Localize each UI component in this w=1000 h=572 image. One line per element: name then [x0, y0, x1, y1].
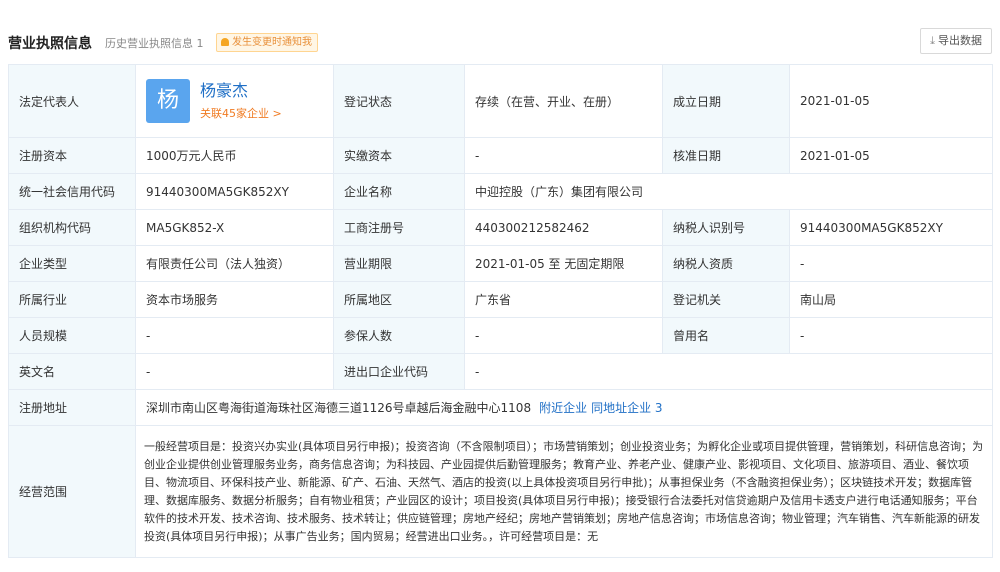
- industry-value: 资本市场服务: [135, 281, 334, 318]
- business-license-panel: 营业执照信息 历史营业执照信息 1 发生变更时通知我 ⤓ 导出数据 法定代表人 杨…: [0, 0, 1000, 572]
- reg-status-label: 登记状态: [333, 64, 465, 138]
- org-code-label: 组织机构代码: [8, 209, 136, 246]
- export-label: 导出数据: [938, 34, 982, 47]
- section-header: 营业执照信息 历史营业执照信息 1 发生变更时通知我 ⤓ 导出数据: [8, 28, 992, 58]
- credit-code-value: 91440300MA5GK852XY: [135, 173, 334, 210]
- english-name-label: 英文名: [8, 353, 136, 390]
- bell-icon: [221, 38, 229, 46]
- paid-capital-label: 实缴资本: [333, 137, 465, 174]
- taxpayer-id-value: 91440300MA5GK852XY: [789, 209, 993, 246]
- authority-value: 南山局: [789, 281, 993, 318]
- company-type-value: 有限责任公司（法人独资）: [135, 245, 334, 282]
- english-name-value: -: [135, 353, 334, 390]
- est-date-label: 成立日期: [662, 64, 790, 138]
- section-title: 营业执照信息: [8, 36, 92, 52]
- paid-capital-value: -: [464, 137, 663, 174]
- table-row: 统一社会信用代码 91440300MA5GK852XY 企业名称 中迎控股（广东…: [8, 173, 993, 210]
- avatar[interactable]: 杨: [146, 79, 190, 123]
- reg-capital-label: 注册资本: [8, 137, 136, 174]
- former-name-value: -: [789, 317, 993, 354]
- table-row: 注册资本 1000万元人民币 实缴资本 - 核准日期 2021-01-05: [8, 137, 993, 174]
- business-term-label: 营业期限: [333, 245, 465, 282]
- table-row: 人员规模 - 参保人数 - 曾用名 -: [8, 317, 993, 354]
- nearby-companies-link[interactable]: 附近企业: [539, 401, 587, 415]
- authority-label: 登记机关: [662, 281, 790, 318]
- industry-label: 所属行业: [8, 281, 136, 318]
- reg-status-value: 存续（在营、开业、在册）: [464, 64, 663, 138]
- table-row: 经营范围 一般经营项目是：投资兴办实业(具体项目另行申报)；投资咨询（不含限制项…: [8, 425, 993, 558]
- related-companies-link[interactable]: 关联45家企业 >: [200, 105, 282, 121]
- same-address-companies-link[interactable]: 同地址企业 3: [591, 401, 662, 415]
- table-row: 注册地址 深圳市南山区粤海街道海珠社区海德三道1126号卓越后海金融中心1108…: [8, 389, 993, 426]
- legal-rep-label: 法定代表人: [8, 64, 136, 138]
- table-row: 组织机构代码 MA5GK852-X 工商注册号 440300212582462 …: [8, 209, 993, 246]
- staff-size-label: 人员规模: [8, 317, 136, 354]
- business-scope-value: 一般经营项目是：投资兴办实业(具体项目另行申报)；投资咨询（不含限制项目）；市场…: [135, 425, 993, 558]
- approve-date-label: 核准日期: [662, 137, 790, 174]
- credit-code-label: 统一社会信用代码: [8, 173, 136, 210]
- reg-address-value: 深圳市南山区粤海街道海珠社区海德三道1126号卓越后海金融中心1108: [146, 401, 532, 415]
- history-license-link[interactable]: 历史营业执照信息 1: [105, 35, 204, 51]
- org-code-value: MA5GK852-X: [135, 209, 334, 246]
- company-name-value: 中迎控股（广东）集团有限公司: [464, 173, 993, 210]
- business-scope-label: 经营范围: [8, 425, 136, 558]
- reg-number-value: 440300212582462: [464, 209, 663, 246]
- license-info-table: 法定代表人 杨 杨豪杰 关联45家企业 > 登记状态 存续（在营、开业、在册） …: [8, 64, 993, 558]
- table-row: 法定代表人 杨 杨豪杰 关联45家企业 > 登记状态 存续（在营、开业、在册） …: [8, 64, 993, 138]
- legal-rep-name-link[interactable]: 杨豪杰: [200, 81, 282, 101]
- import-export-code-value: -: [464, 353, 993, 390]
- approve-date-value: 2021-01-05: [789, 137, 993, 174]
- import-export-code-label: 进出口企业代码: [333, 353, 465, 390]
- region-label: 所属地区: [333, 281, 465, 318]
- former-name-label: 曾用名: [662, 317, 790, 354]
- region-value: 广东省: [464, 281, 663, 318]
- notify-label: 发生变更时通知我: [232, 37, 312, 48]
- download-icon: ⤓: [930, 34, 935, 47]
- company-type-label: 企业类型: [8, 245, 136, 282]
- taxpayer-id-label: 纳税人识别号: [662, 209, 790, 246]
- reg-number-label: 工商注册号: [333, 209, 465, 246]
- table-row: 英文名 - 进出口企业代码 -: [8, 353, 993, 390]
- insured-count-value: -: [464, 317, 663, 354]
- staff-size-value: -: [135, 317, 334, 354]
- notify-on-change-button[interactable]: 发生变更时通知我: [216, 33, 318, 52]
- legal-rep-cell: 杨 杨豪杰 关联45家企业 >: [135, 64, 334, 138]
- business-term-value: 2021-01-05 至 无固定期限: [464, 245, 663, 282]
- reg-address-cell: 深圳市南山区粤海街道海珠社区海德三道1126号卓越后海金融中心1108 附近企业同…: [135, 389, 993, 426]
- export-data-button[interactable]: ⤓ 导出数据: [920, 28, 992, 54]
- reg-address-label: 注册地址: [8, 389, 136, 426]
- reg-capital-value: 1000万元人民币: [135, 137, 334, 174]
- insured-count-label: 参保人数: [333, 317, 465, 354]
- table-row: 所属行业 资本市场服务 所属地区 广东省 登记机关 南山局: [8, 281, 993, 318]
- taxpayer-qual-label: 纳税人资质: [662, 245, 790, 282]
- table-row: 企业类型 有限责任公司（法人独资） 营业期限 2021-01-05 至 无固定期…: [8, 245, 993, 282]
- taxpayer-qual-value: -: [789, 245, 993, 282]
- est-date-value: 2021-01-05: [789, 64, 993, 138]
- company-name-label: 企业名称: [333, 173, 465, 210]
